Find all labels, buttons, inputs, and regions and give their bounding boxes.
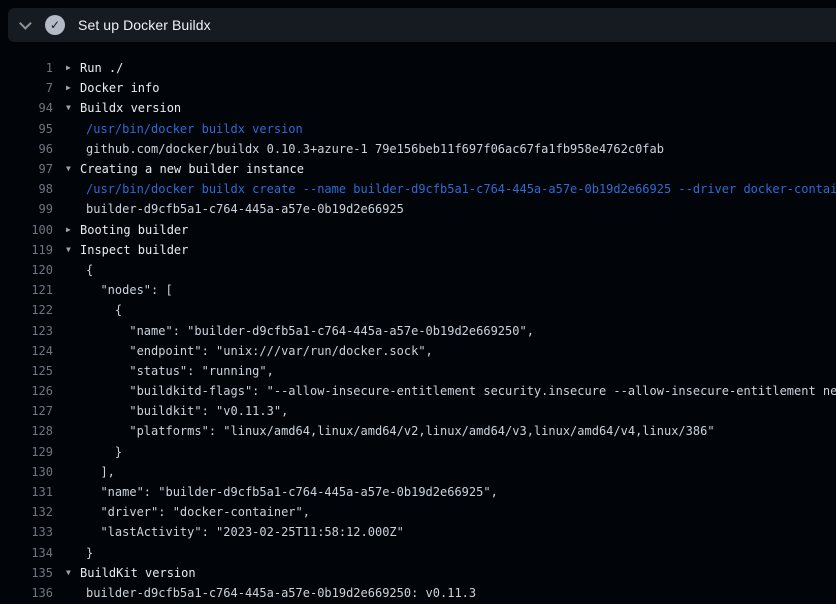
triangle-right-icon[interactable]: ▶ [66,58,80,78]
output-text: github.com/docker/buildx 0.10.3+azure-1 … [86,142,664,156]
line-number[interactable]: 136 [0,586,53,600]
line-number[interactable]: 135 [0,566,53,580]
log-line: 136 builder-d9cfb5a1-c764-445a-a57e-0b19d… [0,583,836,603]
log-group-row[interactable]: 94 ▼Buildx version [0,98,836,118]
triangle-down-icon[interactable]: ▼ [66,159,80,179]
log-line: 133 "lastActivity": "2023-02-25T11:58:12… [0,522,836,542]
log-line: 95/usr/bin/docker buildx version [0,119,836,139]
line-number[interactable]: 121 [0,283,53,297]
group-label: Docker info [80,81,159,95]
line-number[interactable]: 131 [0,485,53,499]
log-line: 130 ], [0,462,836,482]
log-viewer: 1▶Run ./7▶Docker info94▼Buildx version95… [0,42,836,604]
command-text: /usr/bin/docker buildx create --name bui… [86,182,836,196]
log-group-row[interactable]: 100 ▶Booting builder [0,220,836,240]
output-text: builder-d9cfb5a1-c764-445a-a57e-0b19d2e6… [86,586,476,600]
output-text: builder-d9cfb5a1-c764-445a-a57e-0b19d2e6… [86,202,404,216]
line-number[interactable]: 7 [0,81,53,95]
log-line: 134} [0,543,836,563]
log-group-row[interactable]: 135 ▼BuildKit version [0,563,836,583]
line-number[interactable]: 124 [0,344,53,358]
log-line: 125 "status": "running", [0,361,836,381]
log-line: 127 "buildkit": "v0.11.3", [0,401,836,421]
triangle-down-icon[interactable]: ▼ [66,563,80,583]
output-text: "nodes": [ [86,283,173,297]
triangle-right-icon[interactable]: ▶ [66,220,80,240]
line-number[interactable]: 123 [0,324,53,338]
line-number[interactable]: 127 [0,404,53,418]
line-number[interactable]: 125 [0,364,53,378]
log-group-row[interactable]: 97 ▼Creating a new builder instance [0,159,836,179]
group-label: Buildx version [80,101,181,115]
log-line: 132 "driver": "docker-container", [0,502,836,522]
line-number[interactable]: 1 [0,61,53,75]
log-line: 122 { [0,300,836,320]
line-number[interactable]: 100 [0,223,53,237]
step-header[interactable]: ✓ Set up Docker Buildx [8,8,836,42]
output-text: "driver": "docker-container", [86,505,310,519]
log-line: 126 "buildkitd-flags": "--allow-insecure… [0,381,836,401]
line-number[interactable]: 132 [0,505,53,519]
output-text: } [86,445,122,459]
triangle-down-icon[interactable]: ▼ [66,98,80,118]
log-group-row[interactable]: 1 ▶Run ./ [0,58,836,78]
triangle-down-icon[interactable]: ▼ [66,240,80,260]
log-line: 124 "endpoint": "unix:///var/run/docker.… [0,341,836,361]
output-text: "platforms": "linux/amd64,linux/amd64/v2… [86,424,715,438]
log-line: 121 "nodes": [ [0,280,836,300]
log-line: 128 "platforms": "linux/amd64,linux/amd6… [0,421,836,441]
line-number[interactable]: 129 [0,445,53,459]
group-label: Creating a new builder instance [80,162,304,176]
line-number[interactable]: 122 [0,303,53,317]
group-label: Run ./ [80,61,123,75]
line-number[interactable]: 120 [0,263,53,277]
log-line: 131 "name": "builder-d9cfb5a1-c764-445a-… [0,482,836,502]
output-text: } [86,546,93,560]
output-text: "lastActivity": "2023-02-25T11:58:12.000… [86,525,404,539]
output-text: "buildkitd-flags": "--allow-insecure-ent… [86,384,836,398]
group-label: Booting builder [80,223,188,237]
log-group-row[interactable]: 7 ▶Docker info [0,78,836,98]
line-number[interactable]: 96 [0,142,53,156]
step-title: Set up Docker Buildx [78,17,211,33]
command-text: /usr/bin/docker buildx version [86,122,303,136]
log-line: 99 builder-d9cfb5a1-c764-445a-a57e-0b19d2… [0,199,836,219]
log-line: 98/usr/bin/docker buildx create --name b… [0,179,836,199]
log-group-row[interactable]: 119 ▼Inspect builder [0,240,836,260]
line-number[interactable]: 95 [0,122,53,136]
line-number[interactable]: 130 [0,465,53,479]
chevron-down-icon[interactable] [19,17,32,30]
output-text: { [86,263,93,277]
line-number[interactable]: 97 [0,162,53,176]
line-number[interactable]: 133 [0,525,53,539]
output-text: "name": "builder-d9cfb5a1-c764-445a-a57e… [86,485,498,499]
line-number[interactable]: 126 [0,384,53,398]
triangle-right-icon[interactable]: ▶ [66,78,80,98]
log-line: 96 github.com/docker/buildx 0.10.3+azure-… [0,139,836,159]
line-number[interactable]: 99 [0,202,53,216]
line-number[interactable]: 119 [0,243,53,257]
output-text: "name": "builder-d9cfb5a1-c764-445a-a57e… [86,324,534,338]
group-label: BuildKit version [80,566,196,580]
output-text: "status": "running", [86,364,274,378]
output-text: { [86,303,122,317]
group-label: Inspect builder [80,243,188,257]
log-line: 120 { [0,260,836,280]
line-number[interactable]: 134 [0,546,53,560]
check-circle-icon: ✓ [45,15,65,35]
line-number[interactable]: 94 [0,101,53,115]
output-text: "buildkit": "v0.11.3", [86,404,288,418]
line-number[interactable]: 98 [0,182,53,196]
log-line: 123 "name": "builder-d9cfb5a1-c764-445a-… [0,320,836,340]
output-text: ], [86,465,115,479]
output-text: "endpoint": "unix:///var/run/docker.sock… [86,344,433,358]
log-line: 129 } [0,442,836,462]
line-number[interactable]: 128 [0,424,53,438]
